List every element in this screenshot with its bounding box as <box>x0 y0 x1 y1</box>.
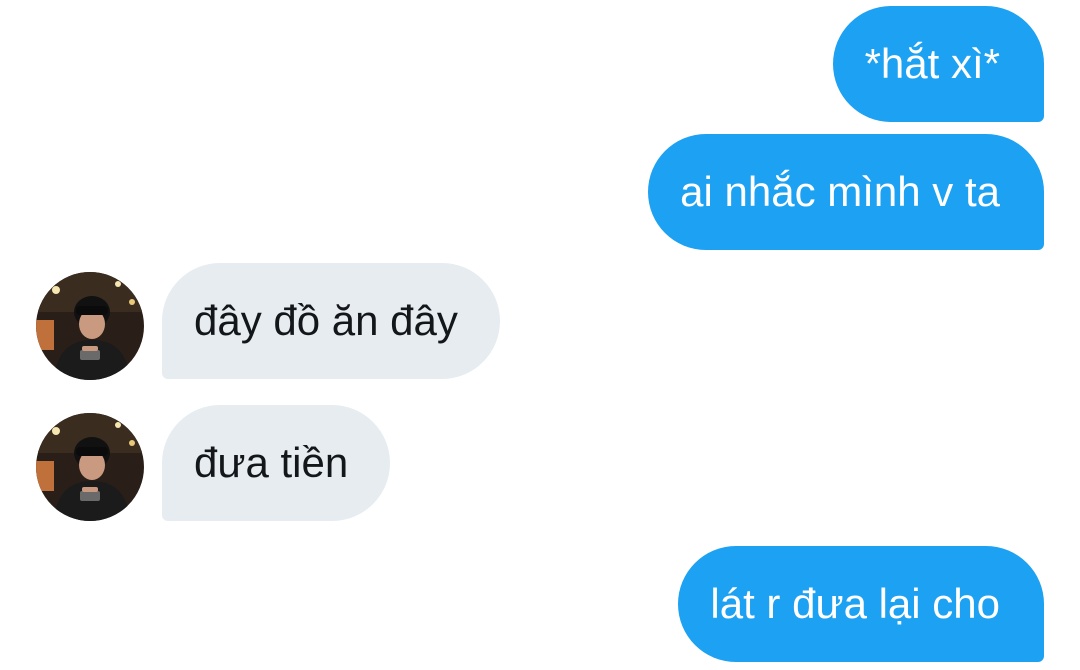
message-text: đây đồ ăn đây <box>194 297 458 344</box>
conversation-thread: *hắt xì* ai nhắc mình v ta đây đồ ăn đây <box>0 0 1080 670</box>
message-bubble-outgoing[interactable]: *hắt xì* <box>832 6 1044 122</box>
message-text: lát r đưa lại cho <box>710 580 1000 627</box>
user-avatar-icon[interactable] <box>36 272 144 380</box>
message-text: ai nhắc mình v ta <box>680 168 1000 215</box>
user-avatar-icon[interactable] <box>36 413 144 521</box>
message-text: *hắt xì* <box>864 40 1000 87</box>
message-bubble-incoming[interactable]: đưa tiền <box>162 405 391 521</box>
message-bubble-incoming[interactable]: đây đồ ăn đây <box>162 263 500 379</box>
message-bubble-outgoing[interactable]: lát r đưa lại cho <box>678 546 1044 662</box>
message-bubble-outgoing[interactable]: ai nhắc mình v ta <box>648 134 1044 250</box>
message-text: đưa tiền <box>194 439 349 486</box>
